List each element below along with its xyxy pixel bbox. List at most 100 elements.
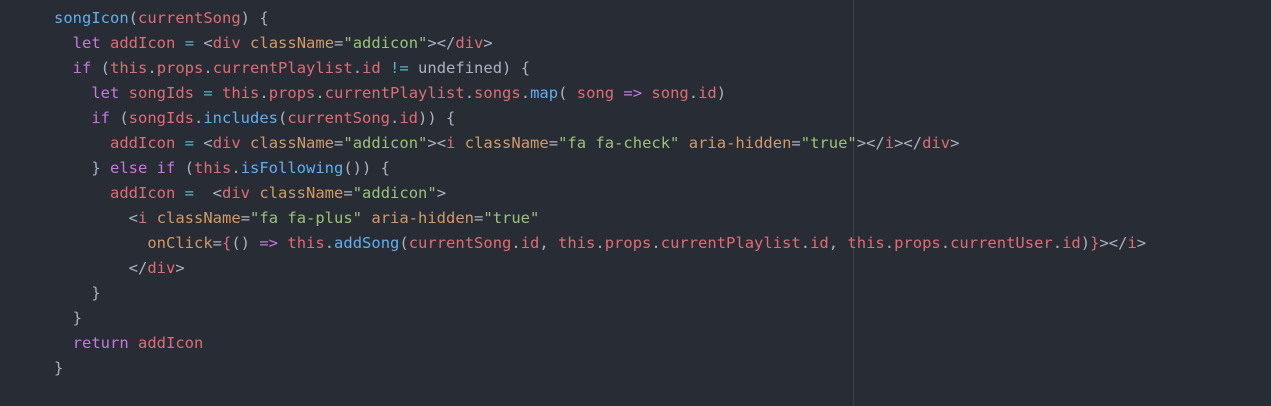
- code-token: </: [54, 259, 148, 277]
- code-token: addIcon: [138, 334, 204, 352]
- code-token: {: [222, 234, 232, 252]
- code-token: div: [922, 134, 951, 152]
- code-token: .: [194, 109, 204, 127]
- code-token: =>: [623, 84, 643, 102]
- code-line[interactable]: let addIcon = <div className="addicon"><…: [54, 31, 1146, 56]
- code-token: props: [268, 84, 316, 102]
- code-line[interactable]: onClick={() => this.addSong(currentSong.…: [54, 231, 1146, 256]
- code-token: }: [54, 309, 82, 327]
- code-token: onClick: [147, 234, 213, 252]
- code-token: =: [791, 134, 801, 152]
- code-token: aria-hidden: [688, 134, 792, 152]
- code-token: addIcon: [110, 184, 176, 202]
- code-token: }: [54, 159, 110, 177]
- code-token: "addicon": [343, 34, 428, 52]
- code-token: id: [810, 234, 829, 252]
- code-token: className: [156, 209, 241, 227]
- code-token: ></: [894, 134, 923, 152]
- code-token: this: [194, 159, 232, 177]
- code-token: (: [175, 159, 195, 177]
- code-token: .: [464, 84, 475, 102]
- code-token: >: [950, 134, 960, 152]
- code-token: }: [54, 284, 101, 302]
- code-token: aria-hidden: [371, 209, 475, 227]
- code-token: currentUser: [950, 234, 1053, 252]
- code-token: i: [446, 134, 456, 152]
- code-area[interactable]: songIcon(currentSong) { let addIcon = <d…: [54, 6, 1146, 381]
- code-line[interactable]: }: [54, 306, 1146, 331]
- code-token: >: [1136, 234, 1147, 252]
- code-token: >: [483, 34, 493, 52]
- code-token: "fa fa-plus": [250, 209, 363, 227]
- code-token: className: [464, 134, 549, 152]
- code-line[interactable]: } else if (this.isFollowing()) {: [54, 156, 1146, 181]
- code-line[interactable]: </div>: [54, 256, 1146, 281]
- code-line[interactable]: if (songIds.includes(currentSong.id)) {: [54, 106, 1146, 131]
- code-token: "addicon": [343, 134, 428, 152]
- code-token: =: [184, 184, 195, 202]
- code-line[interactable]: let songIds = this.props.currentPlaylist…: [54, 81, 1146, 106]
- code-line[interactable]: <i className="fa fa-plus" aria-hidden="t…: [54, 206, 1146, 231]
- code-token: ) {: [240, 9, 269, 27]
- code-token: .: [940, 234, 951, 252]
- code-line[interactable]: addIcon = <div className="addicon">: [54, 181, 1146, 206]
- code-token: >: [175, 259, 185, 277]
- code-line[interactable]: return addIcon: [54, 331, 1146, 356]
- code-token: addIcon: [110, 134, 176, 152]
- code-token: else: [110, 159, 148, 177]
- code-token: if: [91, 109, 110, 127]
- code-line[interactable]: addIcon = <div className="addicon"><i cl…: [54, 131, 1146, 156]
- code-token: ><: [427, 134, 447, 152]
- code-token: (: [399, 234, 409, 252]
- code-token: isFollowing: [240, 159, 344, 177]
- code-token: i: [138, 209, 148, 227]
- code-token: id: [362, 59, 381, 77]
- code-line[interactable]: }: [54, 281, 1146, 306]
- code-token: .: [315, 84, 325, 102]
- code-token: id: [520, 234, 540, 252]
- code-token: currentSong: [287, 109, 390, 127]
- code-token: currentPlaylist: [660, 234, 801, 252]
- code-token: songs: [474, 84, 521, 102]
- code-token: (: [128, 9, 138, 27]
- code-line[interactable]: songIcon(currentSong) {: [54, 6, 1146, 31]
- code-token: (: [91, 59, 111, 77]
- code-token: undefined) {: [408, 59, 531, 77]
- code-line[interactable]: if (this.props.currentPlaylist.id != und…: [54, 56, 1146, 81]
- code-token: )) {: [418, 109, 456, 127]
- code-token: props: [604, 234, 652, 252]
- code-token: currentSong: [138, 9, 241, 27]
- code-token: includes: [203, 109, 278, 127]
- code-token: className: [250, 34, 335, 52]
- code-token: "fa fa-check": [558, 134, 680, 152]
- code-token: =>: [259, 234, 279, 252]
- code-editor[interactable]: songIcon(currentSong) { let addIcon = <d…: [0, 0, 1271, 406]
- code-token: <: [54, 209, 138, 227]
- code-token: ): [1080, 234, 1091, 252]
- code-token: ()) {: [343, 159, 391, 177]
- code-token: currentPlaylist: [324, 84, 465, 102]
- code-token: <: [194, 34, 213, 52]
- code-token: .: [147, 59, 157, 77]
- code-token: div: [222, 184, 251, 202]
- code-token: .: [520, 84, 531, 102]
- code-token: className: [250, 134, 335, 152]
- code-token: .: [884, 234, 895, 252]
- code-token: =: [334, 134, 344, 152]
- code-line[interactable]: }: [54, 356, 1146, 381]
- code-token: div: [212, 134, 241, 152]
